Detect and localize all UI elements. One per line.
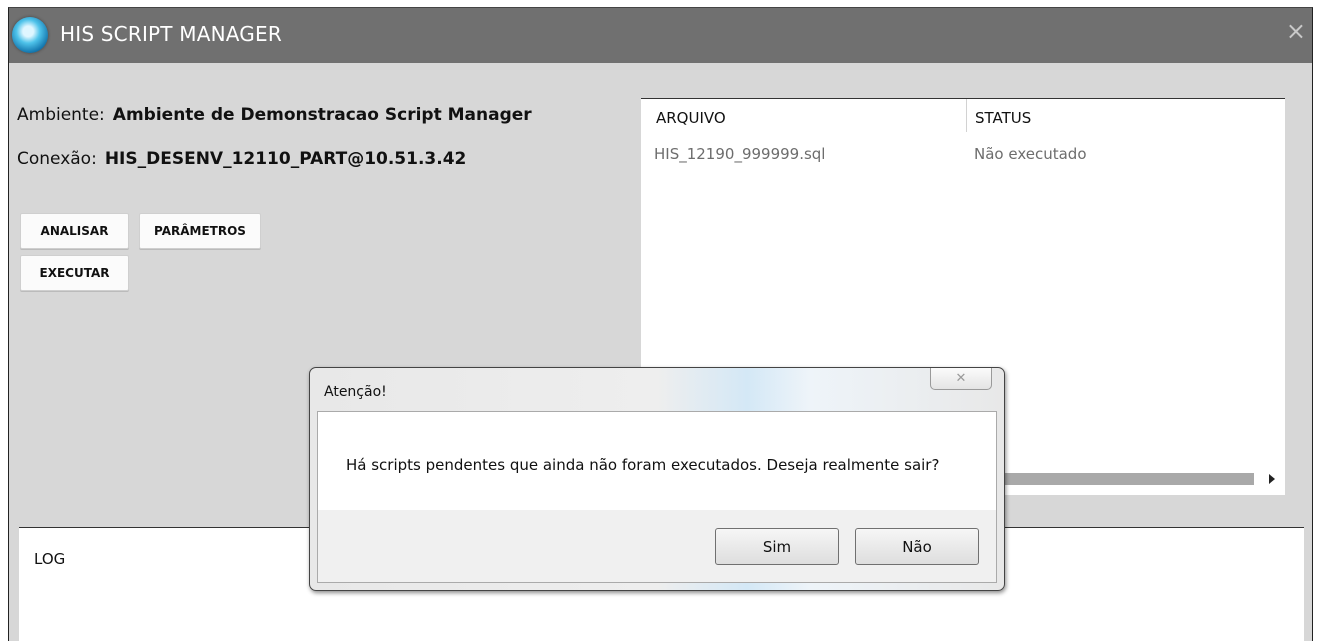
- analisar-button[interactable]: ANALISAR: [20, 213, 129, 249]
- dialog-message: Há scripts pendentes que ainda não foram…: [346, 456, 940, 474]
- ambiente-row: Ambiente: Ambiente de Demonstracao Script…: [17, 105, 532, 125]
- conexao-label: Conexão:: [17, 149, 97, 169]
- executar-button[interactable]: EXECUTAR: [20, 255, 129, 291]
- column-header-arquivo[interactable]: ARQUIVO: [656, 109, 726, 127]
- column-header-status[interactable]: STATUS: [975, 109, 1031, 127]
- parametros-button[interactable]: PARÂMETROS: [139, 213, 261, 249]
- app-logo-icon: [12, 17, 48, 53]
- table-header: ARQUIVO STATUS: [641, 99, 1285, 132]
- cell-arquivo: HIS_12190_999999.sql: [654, 145, 826, 163]
- column-divider[interactable]: [966, 99, 967, 132]
- conexao-row: Conexão: HIS_DESENV_12110_PART@10.51.3.42: [17, 149, 466, 169]
- close-icon[interactable]: ×: [1286, 19, 1306, 43]
- dialog-title: Atenção!: [324, 384, 387, 400]
- dialog-close-icon[interactable]: ✕: [930, 368, 992, 390]
- log-title: LOG: [34, 550, 66, 568]
- sim-button[interactable]: Sim: [715, 528, 839, 565]
- title-bar: HIS SCRIPT MANAGER ×: [9, 8, 1312, 63]
- arrow-right-icon[interactable]: [1269, 474, 1275, 484]
- dialog-body: Há scripts pendentes que ainda não foram…: [317, 411, 997, 583]
- nao-button[interactable]: Não: [855, 528, 979, 565]
- ambiente-value: Ambiente de Demonstracao Script Manager: [112, 105, 532, 125]
- confirm-dialog: Atenção! ✕ Há scripts pendentes que aind…: [309, 367, 1005, 591]
- dialog-message-area: Há scripts pendentes que ainda não foram…: [318, 412, 996, 510]
- window-title: HIS SCRIPT MANAGER: [60, 22, 282, 46]
- horizontal-scrollbar-thumb[interactable]: [1001, 473, 1254, 485]
- conexao-value: HIS_DESENV_12110_PART@10.51.3.42: [104, 149, 467, 169]
- ambiente-label: Ambiente:: [17, 105, 105, 125]
- cell-status: Não executado: [974, 145, 1087, 163]
